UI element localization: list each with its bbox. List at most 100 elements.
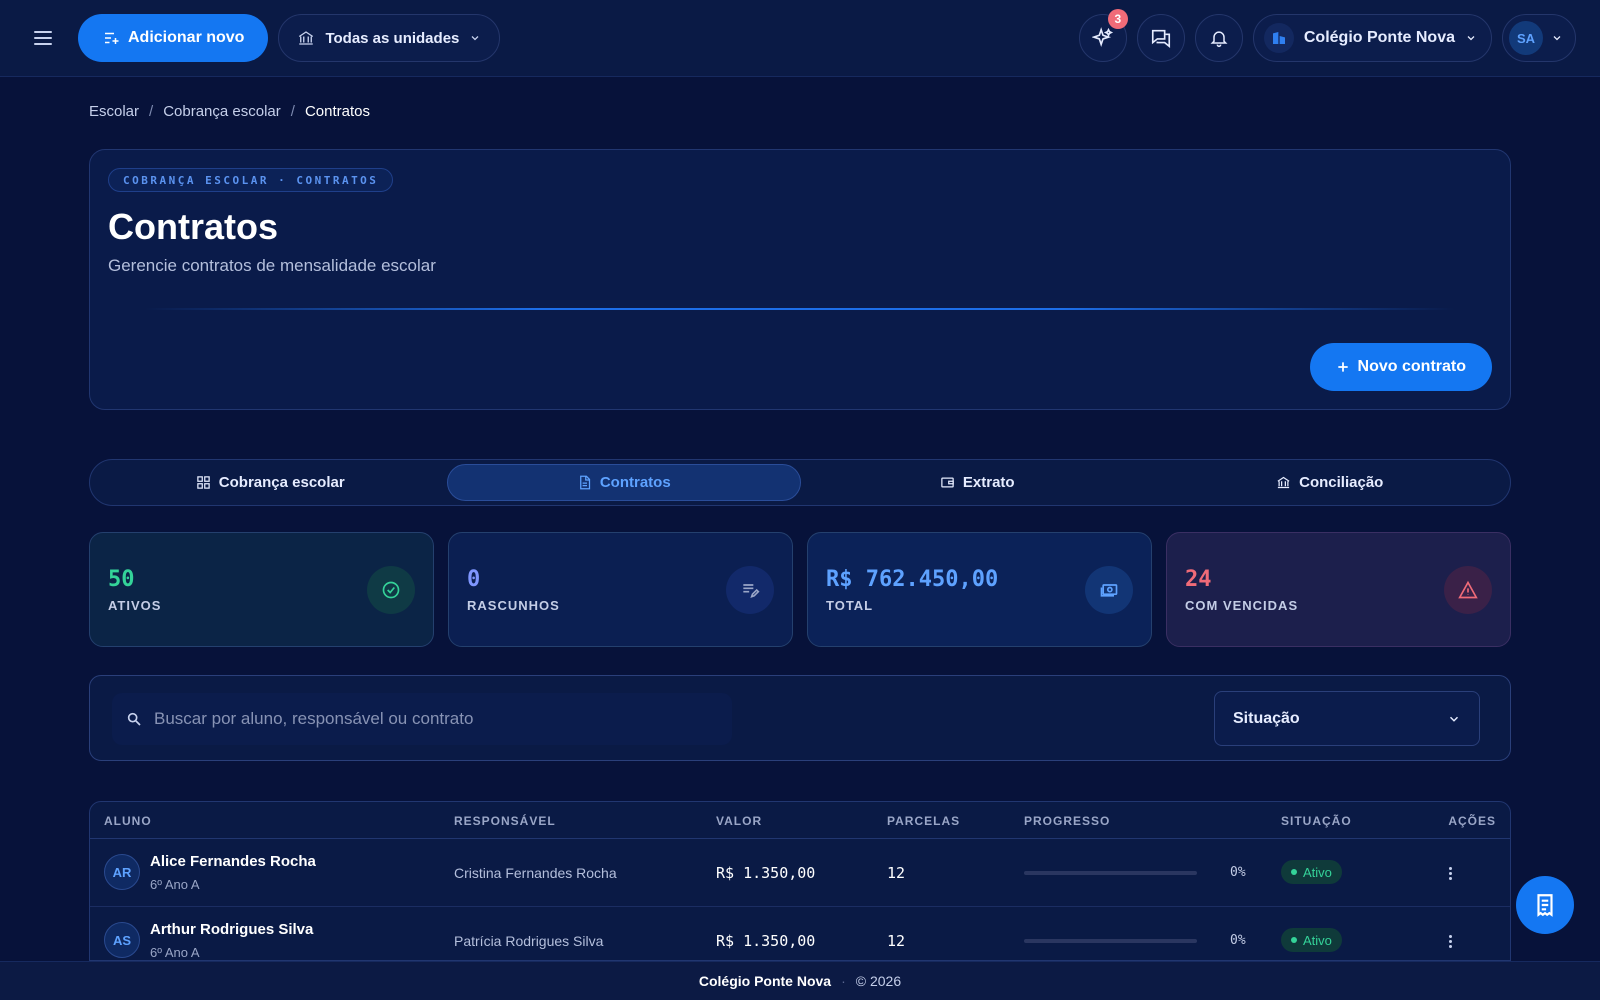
column-header-responsavel[interactable]: RESPONSÁVEL	[454, 814, 556, 828]
more-options-icon[interactable]	[1438, 929, 1462, 953]
breadcrumb-item-cobranca[interactable]: Cobrança escolar	[163, 103, 281, 120]
money-icon	[1085, 565, 1133, 614]
chevron-down-icon	[471, 36, 479, 41]
tab-extrato[interactable]: Extrato	[801, 464, 1154, 501]
status-select[interactable]: Situação	[1214, 691, 1480, 746]
edit-list-icon	[726, 565, 774, 614]
bell-icon	[1210, 31, 1228, 48]
notifications-button[interactable]	[1194, 14, 1243, 62]
table-header: ALUNO RESPONSÁVEL VALOR PARCELAS PROGRES…	[90, 802, 1510, 839]
wallet-icon	[941, 477, 954, 488]
document-icon	[579, 475, 590, 490]
search-input[interactable]	[154, 709, 694, 729]
column-header-progresso[interactable]: PROGRESSO	[1024, 814, 1110, 828]
new-contract-label: Novo contrato	[1357, 358, 1466, 375]
breadcrumb-separator: /	[149, 103, 154, 120]
page-title: Contratos	[108, 206, 278, 247]
progress-bar	[1024, 871, 1197, 875]
stat-card-active: 50 ATIVOS	[89, 532, 434, 647]
receipt-icon	[1537, 894, 1553, 917]
building-icon	[1263, 23, 1294, 53]
add-new-button[interactable]: Adicionar novo	[78, 14, 269, 62]
status-dot	[1291, 869, 1297, 875]
student-name: Alice Fernandes Rocha	[150, 853, 316, 870]
ai-assistant-button[interactable]: 3	[1078, 9, 1128, 62]
add-new-label: Adicionar novo	[128, 29, 245, 46]
breadcrumb: Escolar / Cobrança escolar / Contratos	[89, 103, 370, 120]
footer-separator: ·	[841, 973, 846, 989]
plus-icon	[1337, 362, 1348, 372]
search-box	[112, 693, 732, 745]
filter-bar: Situação	[89, 675, 1511, 761]
units-select[interactable]: Todas as unidades	[278, 14, 501, 62]
tab-label: Extrato	[962, 474, 1015, 491]
column-header-aluno[interactable]: ALUNO	[104, 814, 152, 828]
menu-icon[interactable]	[24, 19, 62, 57]
tab-label: Cobrança escolar	[218, 474, 345, 491]
bank-icon	[1277, 476, 1290, 489]
table-row[interactable]: AS Arthur Rodrigues Silva 6º Ano A Patrí…	[90, 907, 1510, 960]
top-bar: Adicionar novo Todas as unidades 3 Colég…	[0, 0, 1600, 77]
contract-value: R$ 1.350,00	[716, 932, 816, 950]
check-circle-icon	[367, 565, 415, 614]
stat-card-total: R$ 762.450,00 TOTAL	[807, 532, 1152, 647]
stat-label: COM VENCIDAS	[1185, 597, 1299, 613]
breadcrumb-item-current: Contratos	[304, 103, 370, 120]
chat-icon	[1151, 29, 1170, 48]
tab-contratos[interactable]: Contratos	[446, 464, 801, 501]
progress-percent: 0%	[1230, 865, 1246, 880]
progress-percent: 0%	[1230, 933, 1246, 948]
messages-button[interactable]	[1136, 14, 1185, 62]
sparkles-icon	[1091, 27, 1113, 48]
stat-label: TOTAL	[826, 597, 874, 613]
chevron-down-icon	[1449, 716, 1459, 722]
stat-card-overdue: 24 COM VENCIDAS	[1166, 532, 1511, 647]
contracts-table: ALUNO RESPONSÁVEL VALOR PARCELAS PROGRES…	[89, 801, 1511, 961]
grid-icon	[197, 476, 210, 489]
table-row[interactable]: AR Alice Fernandes Rocha 6º Ano A Cristi…	[90, 839, 1510, 907]
column-header-valor[interactable]: VALOR	[716, 814, 762, 828]
student-class: 6º Ano A	[150, 877, 200, 892]
column-header-parcelas[interactable]: PARCELAS	[887, 814, 960, 828]
user-menu[interactable]: SA	[1502, 14, 1576, 62]
column-header-situacao[interactable]: SITUAÇÃO	[1281, 814, 1352, 828]
status-badge: Ativo	[1281, 860, 1342, 884]
chevron-down-icon	[1467, 36, 1475, 41]
breadcrumb-item-escolar[interactable]: Escolar	[89, 103, 139, 120]
avatar: AS	[104, 922, 140, 958]
school-select[interactable]: Colégio Ponte Nova	[1252, 14, 1492, 62]
tab-label: Conciliação	[1299, 474, 1384, 491]
warning-icon	[1444, 565, 1492, 614]
add-item-icon	[105, 32, 119, 44]
status-dot	[1291, 937, 1297, 943]
tab-conciliacao[interactable]: Conciliação	[1154, 464, 1507, 501]
installments: 12	[887, 864, 906, 882]
guardian-name: Cristina Fernandes Rocha	[454, 865, 617, 881]
new-contract-button[interactable]: Novo contrato	[1309, 343, 1492, 391]
status-badge: Ativo	[1281, 928, 1342, 952]
student-name: Arthur Rodrigues Silva	[150, 921, 314, 938]
page-subtitle: Gerencie contratos de mensalidade escola…	[108, 256, 436, 275]
search-icon	[127, 712, 141, 726]
footer-copyright: © 2026	[855, 973, 902, 989]
school-name: Colégio Ponte Nova	[1303, 29, 1455, 46]
stat-value: 24	[1185, 566, 1212, 592]
column-header-acoes: AÇÕES	[1448, 814, 1496, 828]
status-select-value: Situação	[1233, 709, 1300, 727]
stat-label: ATIVOS	[108, 597, 162, 613]
guardian-name: Patrícia Rodrigues Silva	[454, 933, 604, 949]
stat-label: RASCUNHOS	[467, 597, 560, 613]
page-header-card: COBRANÇA ESCOLAR · CONTRATOS Contratos G…	[89, 149, 1511, 410]
more-options-icon[interactable]	[1438, 861, 1462, 885]
breadcrumb-separator: /	[290, 103, 295, 120]
receipt-fab-button[interactable]	[1516, 876, 1574, 934]
tab-cobranca-escolar[interactable]: Cobrança escolar	[94, 464, 447, 501]
section-tabs: Cobrança escolar Contratos Extrato Conci…	[89, 459, 1511, 506]
installments: 12	[887, 932, 906, 950]
divider	[145, 308, 1455, 310]
student-class: 6º Ano A	[150, 945, 200, 960]
notification-badge: 3	[1107, 9, 1128, 29]
stat-card-drafts: 0 RASCUNHOS	[448, 532, 793, 647]
status-text: Ativo	[1303, 864, 1332, 880]
footer-brand: Colégio Ponte Nova	[698, 973, 832, 989]
